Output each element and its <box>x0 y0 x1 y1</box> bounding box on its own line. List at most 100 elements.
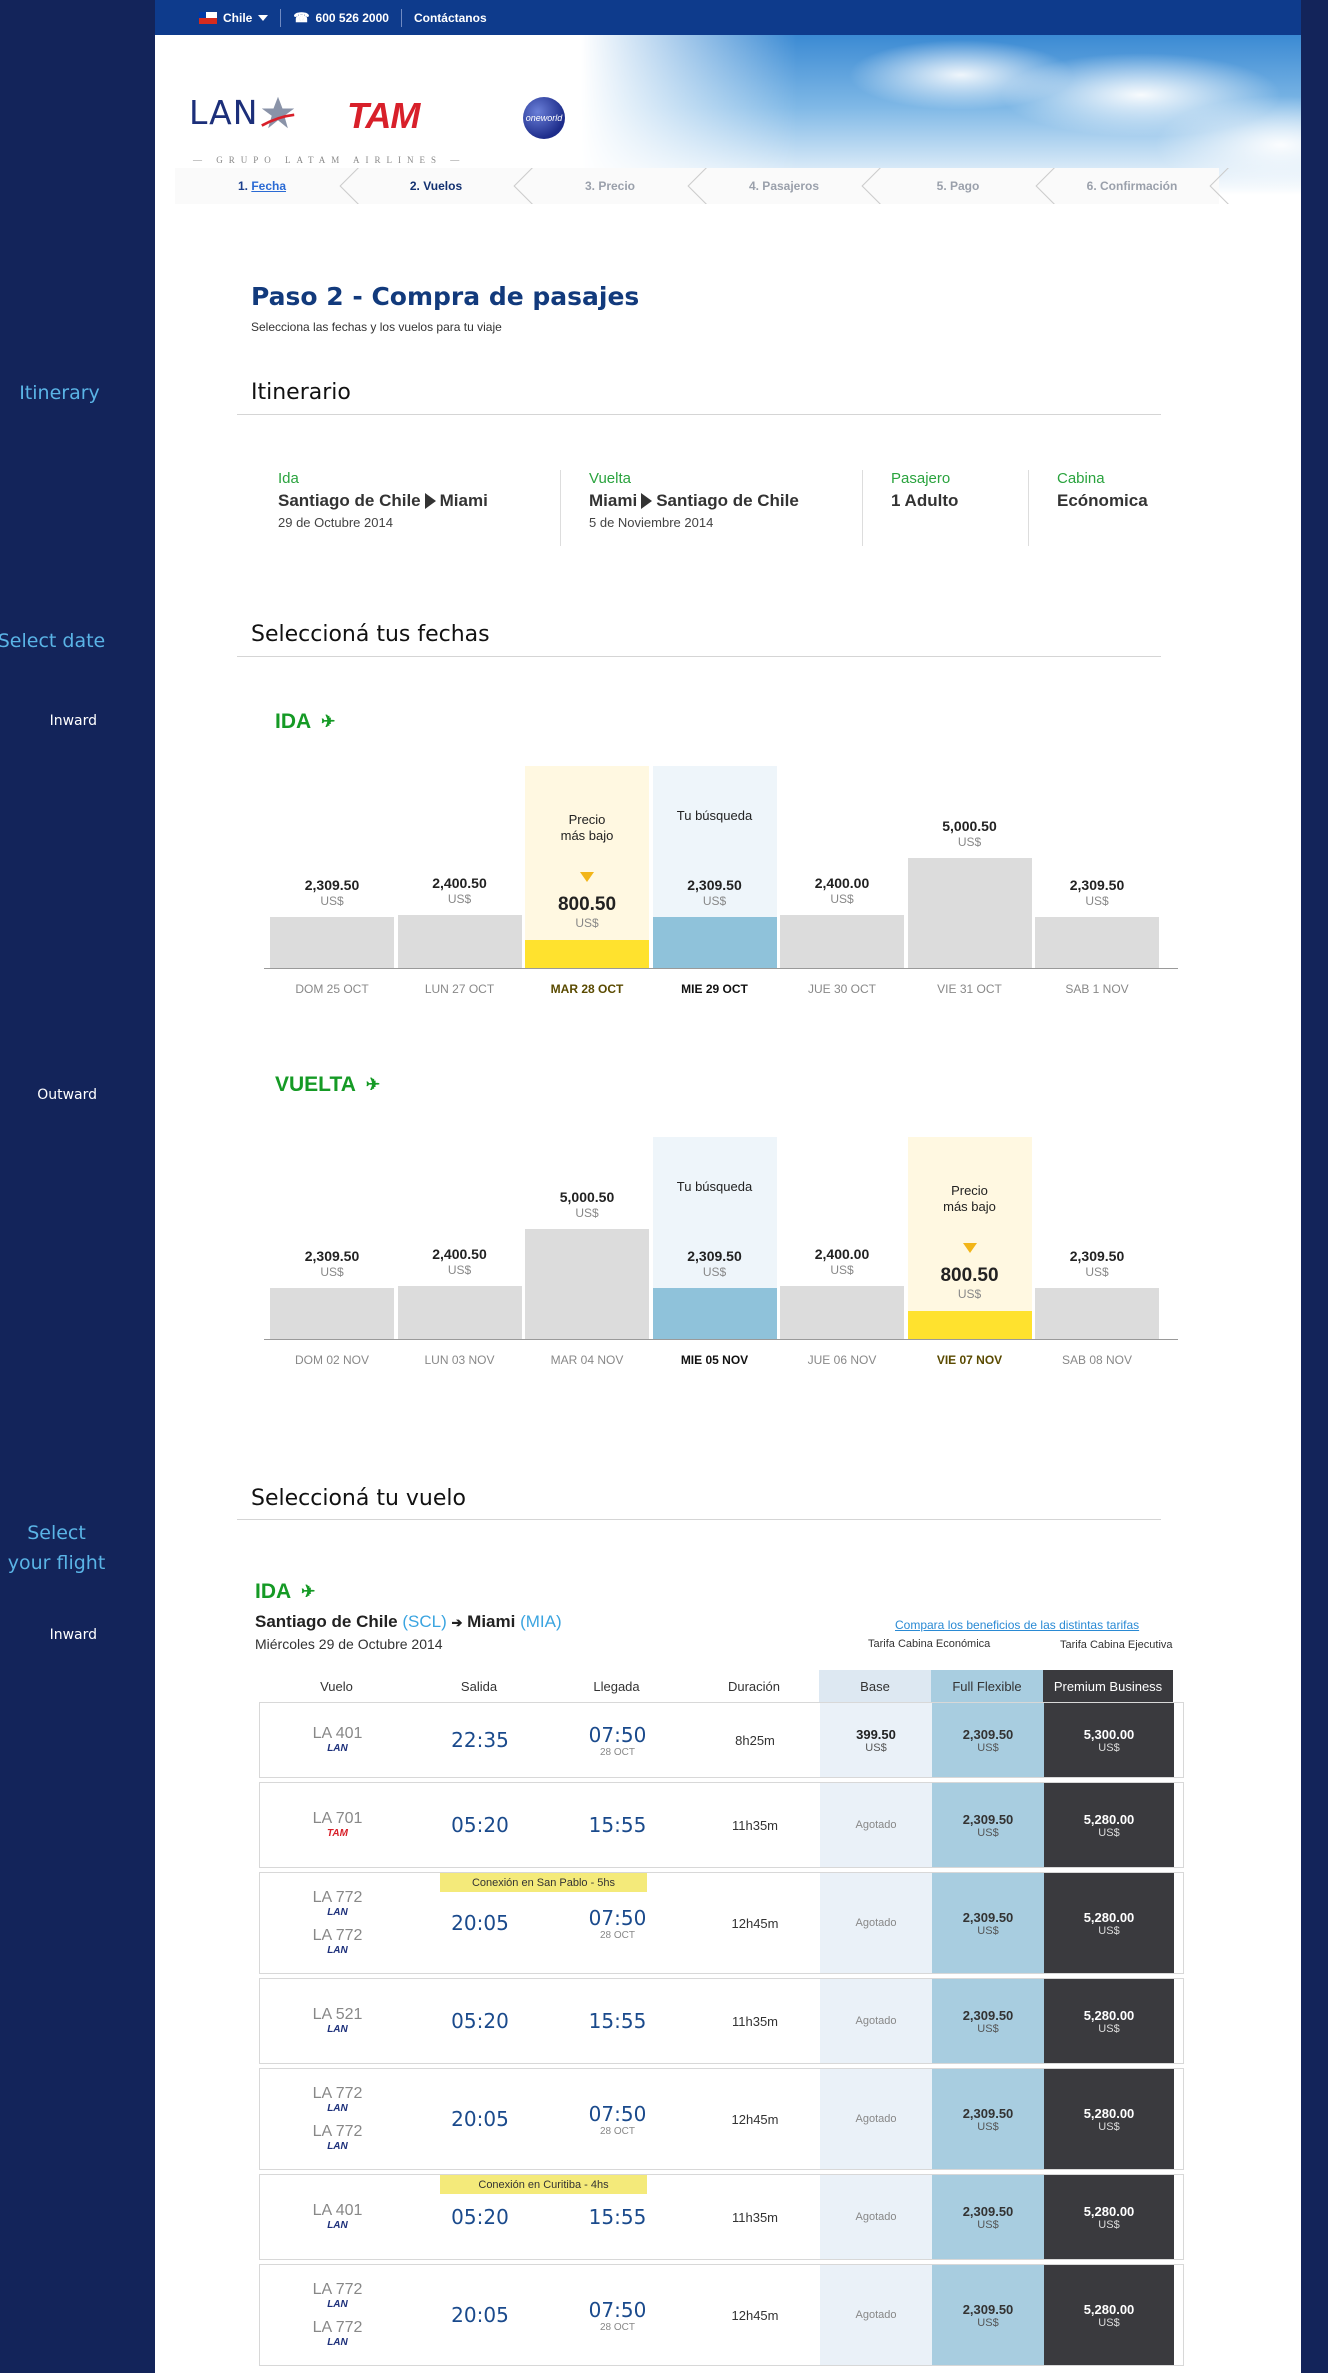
flight-number-cell: LA 521 LAN <box>260 1979 415 2063</box>
fare-premium-cell[interactable]: 5,280.00 US$ <box>1044 1873 1174 1973</box>
flight-number: LA 772 <box>312 2123 363 2140</box>
flight-code: LA 772 LAN <box>313 1889 363 1919</box>
step-precio: 3. Precio <box>523 168 707 204</box>
airline-logo: LAN <box>327 2220 348 2231</box>
price-bar <box>652 1288 777 1339</box>
fare-premium-cell[interactable]: 5,280.00 US$ <box>1044 2265 1174 2365</box>
country-selector[interactable]: Chile <box>187 9 280 27</box>
flight-code: LA 401 LAN <box>313 2202 363 2232</box>
fare-premium-cell[interactable]: 5,300.00 US$ <box>1044 1703 1174 1777</box>
phone-link[interactable]: ☎ 600 526 2000 <box>280 8 401 27</box>
lowest-tag-line2: más bajo <box>560 828 614 843</box>
chart-baseline <box>264 968 1178 969</box>
lan-logo[interactable]: LAN <box>189 93 296 132</box>
arrival-time: 15:55 <box>588 2205 647 2229</box>
col-base: Base <box>819 1670 931 1702</box>
arrow-right-icon <box>641 493 653 509</box>
departure-cell: 20:05 <box>415 2265 545 2365</box>
date-option-6[interactable]: 2,309.50 US$ SAB 08 NOV <box>1035 1137 1159 1367</box>
price-bar <box>397 1286 522 1339</box>
date-option-3[interactable]: Tu búsqueda 2,309.50 US$ MIE 29 OCT <box>652 766 777 996</box>
fare-amount: 2,309.50 <box>962 2301 1014 2317</box>
lowest-price-tag: Precio más bajo <box>908 1183 1032 1215</box>
flight-number: LA 401 <box>312 1725 363 1742</box>
fare-base-cell[interactable]: 399.50 US$ <box>820 1703 932 1777</box>
fare-amount: 5,280.00 <box>1083 1909 1135 1925</box>
departure-time: 05:20 <box>451 2205 509 2229</box>
fare-flexible-cell[interactable]: 2,309.50 US$ <box>932 2069 1044 2169</box>
fare-currency: US$ <box>977 1826 999 1839</box>
oneworld-logo: oneworld <box>523 97 565 139</box>
date-option-1[interactable]: 2,400.50 US$ LUN 27 OCT <box>397 766 522 996</box>
compare-fares-link[interactable]: Compara los beneficios de las distintas … <box>895 1618 1139 1632</box>
date-option-4[interactable]: 2,400.00 US$ JUE 30 OCT <box>780 766 904 996</box>
fare-amount: 2,309.50 <box>962 1726 1014 1742</box>
chile-flag-icon <box>199 11 217 24</box>
fare-flexible-cell[interactable]: 2,309.50 US$ <box>932 1979 1044 2063</box>
departure-cell: 20:05 <box>415 2069 545 2169</box>
ida-date-chart: 2,309.50 US$ DOM 25 OCT 2,400.50 US$ LUN 27 O… <box>264 766 1178 1006</box>
date-option-1[interactable]: 2,400.50 US$ LUN 03 NOV <box>397 1137 522 1367</box>
arrival-time: 15:55 <box>588 2009 647 2033</box>
date-option-5[interactable]: 5,000.50 US$ VIE 31 OCT <box>907 766 1032 996</box>
flight-direction-label: IDA ✈ <box>255 1580 315 1604</box>
page-subtitle: Selecciona las fechas y los vuelos para … <box>251 320 502 334</box>
flight-row[interactable]: Conexión en Curitiba - 4hs LA 401 LAN 05:20… <box>259 2174 1184 2260</box>
arrival-cell: 15:55 <box>545 1979 690 2063</box>
flight-row[interactable]: LA 772 LAN LA 772 LAN 20:05 07:50 28 OCT 12h45m… <box>259 2068 1184 2170</box>
flight-row[interactable]: Conexión en San Pablo - 5hs LA 772 LAN LA 7… <box>259 1872 1184 1974</box>
itinerary-cabina: Cabina Ecónomica <box>1028 470 1178 546</box>
step-fecha-label[interactable]: Fecha <box>251 179 286 193</box>
step-vuelos: 2. Vuelos <box>349 168 533 204</box>
arrival-time: 07:50 <box>588 1722 647 1747</box>
date-option-2[interactable]: 5,000.50 US$ MAR 04 NOV <box>525 1137 649 1367</box>
date-option-2[interactable]: Precio más bajo 800.50 US$ MAR 28 OCT <box>525 766 649 996</box>
pasajero-value: 1 Adulto <box>891 491 959 510</box>
fare-premium-cell[interactable]: 5,280.00 US$ <box>1044 1979 1174 2063</box>
flight-row[interactable]: LA 401 LAN 22:35 07:50 28 OCT 8h25m 399.50 US$ 2… <box>259 1702 1184 1778</box>
duration-cell: 12h45m <box>690 1873 820 1973</box>
dates-divider <box>237 656 1161 657</box>
contact-link[interactable]: Contáctanos <box>400 8 499 27</box>
latam-tagline: — GRUPO LATAM AIRLINES — <box>193 155 466 165</box>
fare-premium-cell[interactable]: 5,280.00 US$ <box>1044 2069 1174 2169</box>
fare-flexible-cell[interactable]: 2,309.50 US$ <box>932 2175 1044 2259</box>
date-option-0[interactable]: 2,309.50 US$ DOM 02 NOV <box>270 1137 394 1367</box>
price-value: 2,309.50 <box>304 877 360 893</box>
fare-flexible-cell[interactable]: 2,309.50 US$ <box>932 1783 1044 1867</box>
duration-cell: 8h25m <box>690 1703 820 1777</box>
fare-flexible-cell[interactable]: 2,309.50 US$ <box>932 1873 1044 1973</box>
lowest-tag-line1: Precio <box>951 1183 988 1198</box>
flights-table: Vuelo Salida Llegada Duración Base Full … <box>259 1670 1184 2370</box>
fare-premium-cell[interactable]: 5,280.00 US$ <box>1044 1783 1174 1867</box>
fare-flexible-cell[interactable]: 2,309.50 US$ <box>932 1703 1044 1777</box>
date-option-0[interactable]: 2,309.50 US$ DOM 25 OCT <box>270 766 394 996</box>
flight-code: LA 772 LAN <box>313 2319 363 2349</box>
flight-row[interactable]: LA 772 LAN LA 772 LAN 20:05 07:50 28 OCT 12h45m… <box>259 2264 1184 2366</box>
fare-flexible-cell[interactable]: 2,309.50 US$ <box>932 2265 1044 2365</box>
date-option-4[interactable]: 2,400.00 US$ JUE 06 NOV <box>780 1137 904 1367</box>
flight-code: LA 701 TAM <box>313 1810 363 1840</box>
price-value: 800.50 <box>557 894 617 915</box>
sold-out-label: Agotado <box>855 2015 897 2027</box>
cabin-economy-label: Tarifa Cabina Económica <box>868 1638 991 1650</box>
flights-divider <box>237 1519 1161 1520</box>
airline-logo: LAN <box>327 2024 348 2035</box>
date-option-5[interactable]: Precio más bajo 800.50 US$ VIE 07 NOV <box>907 1137 1032 1367</box>
departure-time: 20:05 <box>451 2303 509 2327</box>
flight-row[interactable]: LA 701 TAM 05:20 15:55 11h35m Agotado 2,309.50… <box>259 1782 1184 1868</box>
flight-code: LA 401 LAN <box>313 1725 363 1755</box>
airline-logo: LAN <box>327 1743 348 1754</box>
flight-row[interactable]: LA 521 LAN 05:20 15:55 11h35m Agotado 2,309.50… <box>259 1978 1184 2064</box>
fare-premium-cell[interactable]: 5,280.00 US$ <box>1044 2175 1174 2259</box>
price-currency: US$ <box>320 894 344 908</box>
your-search-tag: Tu búsqueda <box>676 1179 753 1194</box>
flight-number: LA 772 <box>312 2281 363 2298</box>
date-option-3[interactable]: Tu búsqueda 2,309.50 US$ MIE 05 NOV <box>652 1137 777 1367</box>
fare-amount: 5,280.00 <box>1083 2203 1135 2219</box>
date-option-6[interactable]: 2,309.50 US$ SAB 1 NOV <box>1035 766 1159 996</box>
step-fecha[interactable]: 1. Fecha <box>175 168 359 204</box>
fare-amount: 2,309.50 <box>962 1909 1014 1925</box>
lowest-tag-line1: Precio <box>568 812 606 827</box>
tam-logo[interactable]: TAM <box>347 95 420 137</box>
